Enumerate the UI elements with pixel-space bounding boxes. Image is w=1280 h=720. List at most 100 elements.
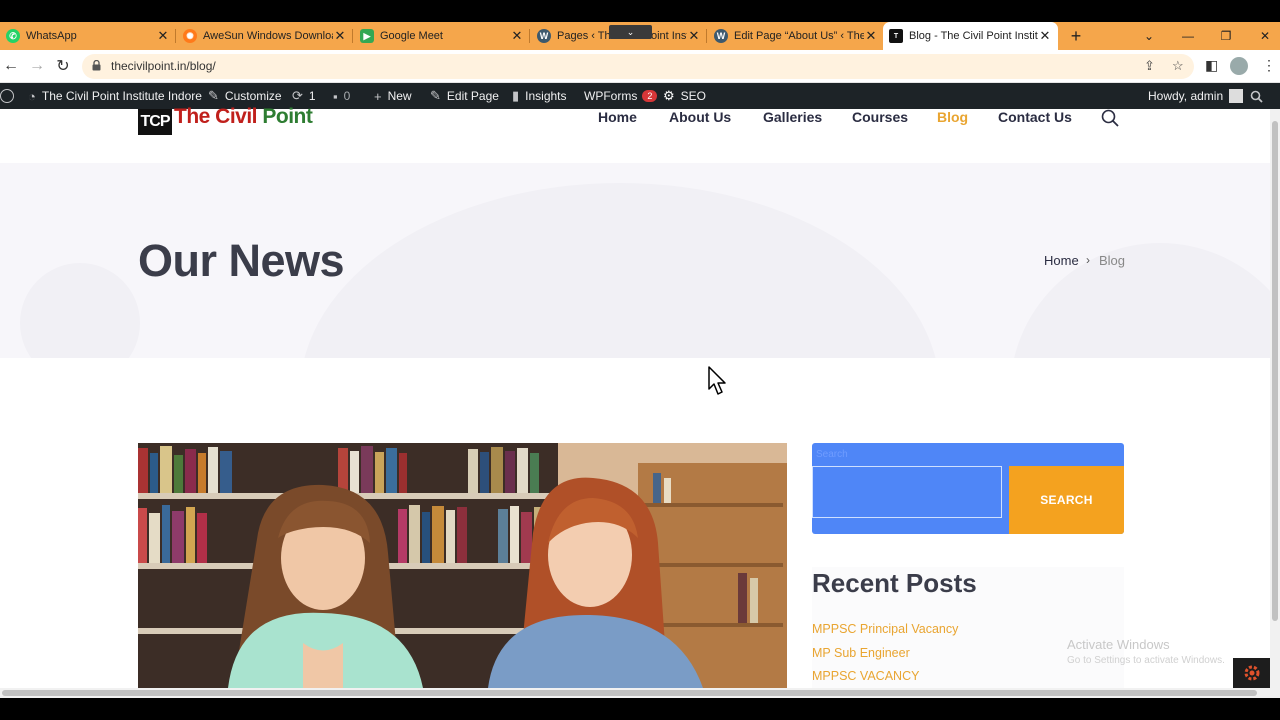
close-icon[interactable]: ✕ bbox=[687, 28, 701, 44]
breadcrumb-current: Blog bbox=[1099, 253, 1126, 268]
address-bar[interactable]: thecivilpoint.in/blog/ ⇪ ☆ bbox=[82, 54, 1194, 79]
wordpress-icon: W bbox=[537, 29, 551, 43]
top-black-bar bbox=[0, 0, 1280, 22]
plus-icon: + bbox=[374, 88, 382, 104]
browser-tab-strip: ✆ WhatsApp ✕ ✺ AweSun Windows Downloa ✕ … bbox=[0, 22, 1280, 50]
admin-new-label: New bbox=[387, 89, 412, 103]
seo-gear-icon: ⚙ bbox=[663, 88, 675, 103]
wordpress-icon: W bbox=[714, 29, 728, 43]
admin-edit-page-label: Edit Page bbox=[446, 89, 499, 103]
logo-text: The Civil Point bbox=[174, 105, 313, 128]
whatsapp-icon: ✆ bbox=[6, 29, 20, 43]
mouse-cursor-icon bbox=[708, 366, 726, 395]
admin-wpforms[interactable]: WPForms 2 bbox=[584, 83, 658, 109]
recent-post-link[interactable]: MPPSC Principal Vacancy bbox=[812, 622, 958, 636]
reload-button[interactable]: ↻ bbox=[52, 55, 74, 77]
sidebar-search-widget: Search SEARCH bbox=[812, 443, 1124, 534]
search-button[interactable]: SEARCH bbox=[1009, 466, 1124, 534]
lock-icon bbox=[92, 60, 101, 71]
students-library-photo bbox=[138, 443, 787, 688]
featured-post-image[interactable] bbox=[138, 443, 787, 688]
close-icon[interactable]: ✕ bbox=[1038, 28, 1052, 44]
site-logo[interactable]: TCP The Civil Point bbox=[138, 105, 313, 135]
tab-label: WhatsApp bbox=[26, 30, 77, 42]
nav-blog[interactable]: Blog bbox=[937, 109, 968, 125]
activate-windows-hint: Go to Settings to activate Windows. bbox=[1067, 655, 1225, 666]
close-icon[interactable]: ✕ bbox=[156, 28, 170, 44]
admin-search-icon[interactable] bbox=[1250, 83, 1263, 109]
awesun-icon: ✺ bbox=[183, 29, 197, 43]
admin-edit-page[interactable]: ✎ Edit Page bbox=[430, 83, 499, 109]
avatar bbox=[1229, 89, 1244, 103]
admin-comments-count: 0 bbox=[343, 89, 351, 103]
wordpress-logo-icon[interactable] bbox=[0, 83, 14, 109]
address-toolbar: ← → ↻ thecivilpoint.in/blog/ ⇪ ☆ ◧ ⋮ bbox=[0, 50, 1280, 83]
dashboard-icon: ◔ bbox=[28, 88, 36, 104]
admin-howdy-label: Howdy, admin bbox=[1148, 89, 1224, 103]
back-button[interactable]: ← bbox=[0, 55, 22, 77]
google-meet-icon: ▶ bbox=[360, 29, 374, 43]
tab-label: AweSun Windows Downloa bbox=[203, 30, 333, 42]
browser-screen: { "browser": { "tabs": [ {"label": "What… bbox=[0, 0, 1280, 720]
tab-label: Blog - The Civil Point Institu bbox=[909, 30, 1038, 42]
nav-galleries[interactable]: Galleries bbox=[763, 109, 822, 125]
search-input[interactable] bbox=[812, 466, 1002, 518]
recent-post-link[interactable]: MP Sub Engineer bbox=[812, 646, 910, 660]
horizontal-scrollbar[interactable] bbox=[0, 688, 1280, 698]
admin-account[interactable]: Howdy, admin bbox=[1148, 83, 1244, 109]
updates-icon: ⟳ bbox=[292, 88, 303, 103]
admin-comments[interactable]: ▪ 0 bbox=[333, 83, 350, 109]
admin-new[interactable]: + New bbox=[374, 83, 412, 109]
side-panel-icon[interactable]: ◧ bbox=[1205, 57, 1218, 74]
pencil-icon: ✎ bbox=[430, 88, 441, 103]
close-icon[interactable]: ✕ bbox=[333, 28, 347, 44]
admin-customize-label: Customize bbox=[224, 89, 282, 103]
share-icon[interactable]: ⇪ bbox=[1144, 58, 1155, 74]
tab-search-dropdown[interactable]: ⌄ bbox=[609, 25, 652, 39]
close-icon[interactable]: ✕ bbox=[864, 28, 878, 44]
breadcrumb-separator: › bbox=[1086, 253, 1090, 267]
tab-whatsapp[interactable]: ✆ WhatsApp ✕ bbox=[0, 22, 176, 50]
nav-about-us[interactable]: About Us bbox=[669, 109, 731, 125]
recent-post-link[interactable]: MPPSC VACANCY bbox=[812, 669, 919, 683]
admin-site-name-label: The Civil Point Institute Indore bbox=[41, 89, 202, 103]
restore-button[interactable]: ❐ bbox=[1215, 22, 1237, 50]
nav-contact-us[interactable]: Contact Us bbox=[998, 109, 1072, 125]
bottom-black-bar bbox=[0, 698, 1280, 720]
admin-wpforms-label: WPForms bbox=[584, 89, 638, 103]
browser-menu-icon[interactable]: ⋮ bbox=[1262, 57, 1276, 74]
profile-avatar[interactable] bbox=[1230, 57, 1248, 75]
tab-blog-active[interactable]: T Blog - The Civil Point Institu ✕ bbox=[883, 22, 1058, 50]
nav-courses[interactable]: Courses bbox=[852, 109, 908, 125]
nav-home[interactable]: Home bbox=[598, 109, 637, 125]
admin-insights[interactable]: ▮ Insights bbox=[512, 83, 567, 109]
vertical-scrollbar[interactable] bbox=[1270, 109, 1280, 688]
admin-seo[interactable]: ⚙ SEO bbox=[663, 83, 706, 109]
tab-google-meet[interactable]: ▶ Google Meet ✕ bbox=[354, 22, 530, 50]
admin-insights-label: Insights bbox=[525, 89, 567, 103]
tab-label: Google Meet bbox=[380, 30, 443, 42]
bookmark-star-icon[interactable]: ☆ bbox=[1172, 58, 1184, 74]
gear-icon bbox=[1244, 665, 1260, 681]
tab-edit-page[interactable]: W Edit Page “About Us” ‹ The ✕ bbox=[708, 22, 884, 50]
admin-updates-count: 1 bbox=[308, 89, 316, 103]
search-icon[interactable] bbox=[1101, 109, 1119, 127]
floating-action-button[interactable] bbox=[1233, 658, 1271, 688]
activate-windows-title: Activate Windows bbox=[1067, 637, 1170, 652]
brush-icon: ✎ bbox=[208, 88, 219, 103]
admin-seo-label: SEO bbox=[680, 89, 706, 103]
tab-list-chevron-icon[interactable]: ⌄ bbox=[1138, 22, 1160, 50]
logo-mark: TCP bbox=[138, 109, 172, 135]
window-close-button[interactable]: ✕ bbox=[1254, 22, 1276, 50]
forward-button[interactable]: → bbox=[26, 55, 48, 77]
tab-awesun[interactable]: ✺ AweSun Windows Downloa ✕ bbox=[177, 22, 353, 50]
comment-icon: ▪ bbox=[333, 88, 338, 104]
minimize-button[interactable]: — bbox=[1177, 22, 1199, 50]
close-icon[interactable]: ✕ bbox=[510, 28, 524, 44]
tab-label: Edit Page “About Us” ‹ The bbox=[734, 30, 864, 42]
wpforms-badge: 2 bbox=[642, 90, 658, 102]
breadcrumb-home[interactable]: Home bbox=[1044, 253, 1079, 268]
page-hero: Our News Home › Blog bbox=[0, 163, 1280, 358]
site-header: TCP The Civil Point Home About Us Galler… bbox=[0, 105, 1280, 163]
new-tab-button[interactable]: + bbox=[1066, 22, 1086, 50]
